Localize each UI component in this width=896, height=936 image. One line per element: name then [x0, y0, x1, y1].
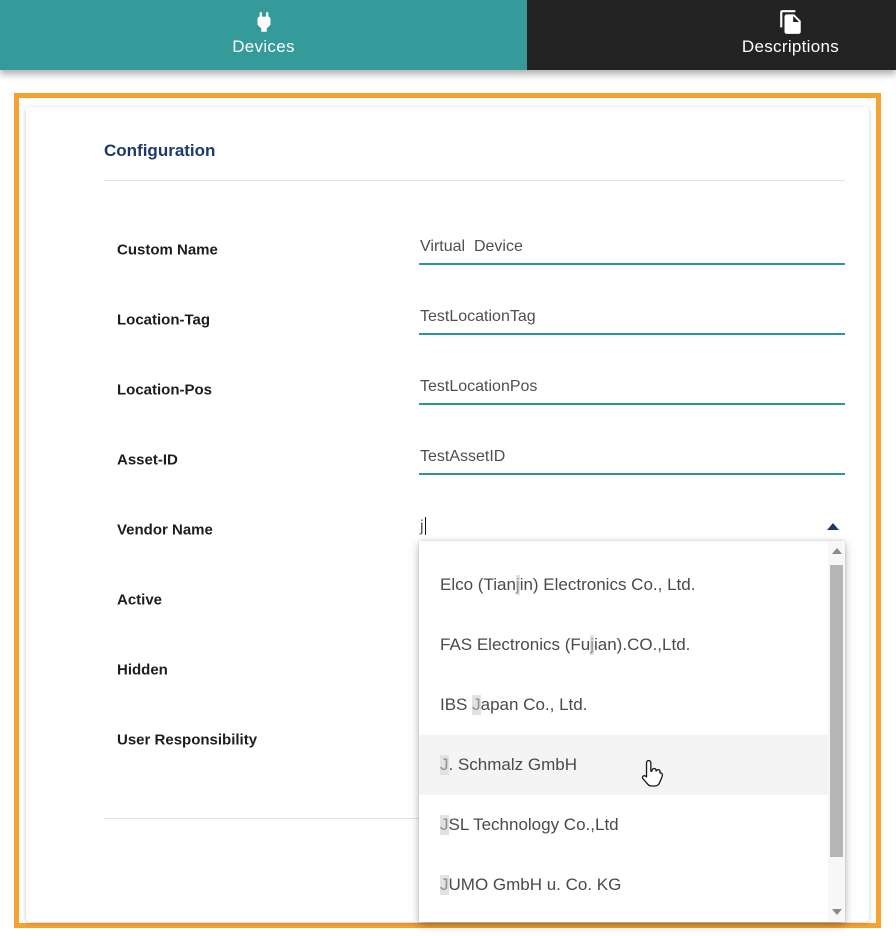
- tab-descriptions-label: Descriptions: [741, 37, 840, 56]
- vendor-name-value: j: [420, 517, 427, 536]
- dropdown-option[interactable]: FAS Electronics (Fu j ian).CO.,Ltd.: [419, 615, 828, 675]
- form-row-asset-id: Asset-ID TestAssetID: [117, 425, 845, 495]
- match-highlight: J: [472, 695, 481, 715]
- copy-icon: [779, 10, 801, 34]
- vendor-dropdown-panel: Elco (Tian j in) Electronics Co., Ltd. FAS…: [419, 541, 845, 922]
- dropdown-option[interactable]: Elco (Tian j in) Electronics Co., Ltd.: [419, 555, 828, 615]
- dropdown-option[interactable]: IBS Japan Co., Ltd.: [419, 675, 828, 735]
- dropdown-scrollbar[interactable]: [828, 541, 845, 922]
- page-title: Configuration: [104, 141, 216, 160]
- custom-name-value: Virtual Device: [420, 238, 523, 255]
- tab-devices[interactable]: Devices: [0, 0, 527, 70]
- location-tag-value: TestLocationTag: [420, 308, 536, 325]
- match-highlight: J: [440, 755, 449, 775]
- asset-id-label: Asset-ID: [117, 451, 178, 469]
- scroll-down-button[interactable]: [828, 902, 845, 922]
- custom-name-input[interactable]: Virtual Device: [419, 223, 845, 265]
- dropdown-option[interactable]: J SL Technology Co.,Ltd: [419, 795, 828, 855]
- tab-bar: Devices Descriptions: [0, 0, 896, 70]
- plug-icon: [257, 12, 270, 32]
- form-row-custom-name: Custom Name Virtual Device: [117, 215, 845, 285]
- user-responsibility-label: User Responsibility: [117, 731, 258, 749]
- tab-devices-label: Devices: [232, 37, 295, 56]
- location-pos-value: TestLocationPos: [420, 378, 538, 395]
- vendor-name-label: Vendor Name: [117, 521, 213, 539]
- location-pos-label: Location-Pos: [117, 381, 213, 399]
- scroll-up-button[interactable]: [828, 541, 845, 561]
- match-highlight: J: [440, 875, 449, 895]
- vendor-name-input[interactable]: j: [419, 503, 845, 545]
- dropdown-option[interactable]: J UMO GmbH u. Co. KG: [419, 855, 828, 915]
- active-label: Active: [117, 591, 163, 609]
- divider: [104, 180, 845, 181]
- form-row-location-pos: Location-Pos TestLocationPos: [117, 355, 845, 425]
- location-tag-input[interactable]: TestLocationTag: [419, 293, 845, 335]
- custom-name-label: Custom Name: [117, 241, 218, 259]
- text-caret: [424, 517, 427, 535]
- tab-descriptions[interactable]: Descriptions: [527, 0, 896, 70]
- location-pos-input[interactable]: TestLocationPos: [419, 363, 845, 405]
- hidden-label: Hidden: [117, 661, 168, 679]
- app-window: Devices Descriptions Configuration Custo…: [0, 0, 896, 936]
- match-highlight: J: [440, 815, 449, 835]
- chevron-up-icon[interactable]: [827, 523, 839, 530]
- location-tag-label: Location-Tag: [117, 311, 211, 329]
- dropdown-option-hovered[interactable]: J. Schmalz GmbH: [419, 735, 828, 795]
- triangle-down-icon: [831, 909, 842, 915]
- asset-id-value: TestAssetID: [420, 448, 506, 465]
- scrollbar-thumb[interactable]: [830, 565, 843, 857]
- form-row-location-tag: Location-Tag TestLocationTag: [117, 285, 845, 355]
- triangle-up-icon: [831, 548, 842, 554]
- asset-id-input[interactable]: TestAssetID: [419, 433, 845, 475]
